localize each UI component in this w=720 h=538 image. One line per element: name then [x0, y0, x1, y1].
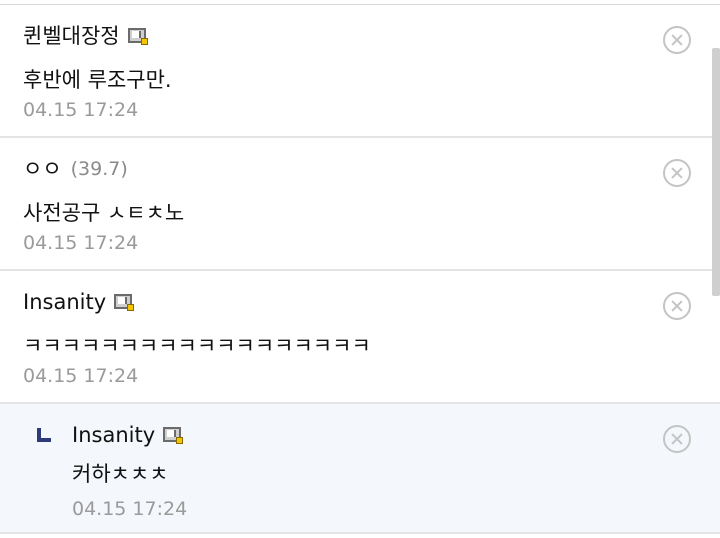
comment-item: 퀸벨대장정 후반에 루조구만. 04.15 17:24 — [0, 5, 720, 138]
reply-text: 커하ㅊㅊㅊ — [72, 462, 169, 486]
reply-item: Insanity 커하ㅊㅊㅊ 04.15 17:24 — [0, 404, 720, 534]
comment-item: ㅇㅇ (39.7) 사전공구 ㅅㅌㅊ노 04.15 17:24 — [0, 138, 720, 271]
comment-timestamp: 04.15 17:24 — [23, 99, 139, 121]
comment-author-row: Insanity — [23, 289, 135, 315]
delete-circle-x-icon[interactable] — [663, 425, 691, 453]
reply-timestamp: 04.15 17:24 — [72, 498, 188, 520]
scrollbar[interactable] — [712, 48, 720, 296]
delete-circle-x-icon[interactable] — [663, 292, 691, 320]
comment-timestamp: 04.15 17:24 — [23, 232, 139, 254]
comment-list: 퀸벨대장정 후반에 루조구만. 04.15 17:24 ㅇㅇ (39.7) 사전… — [0, 5, 720, 534]
delete-circle-x-icon[interactable] — [663, 159, 691, 187]
reply-arrow-icon — [37, 428, 51, 442]
comment-author-row: 퀸벨대장정 — [23, 23, 148, 49]
comment-timestamp: 04.15 17:24 — [23, 365, 139, 387]
comment-ip: (39.7) — [70, 158, 128, 180]
comment-text: 후반에 루조구만. — [23, 68, 172, 92]
comment-author[interactable]: 퀸벨대장정 — [23, 23, 120, 49]
reply-author[interactable]: Insanity — [72, 422, 155, 448]
comment-item: Insanity ㅋㅋㅋㅋㅋㅋㅋㅋㅋㅋㅋㅋㅋㅋㅋㅋㅋㅋ 04.15 17:24 — [0, 271, 720, 404]
gallery-member-badge-icon — [114, 293, 135, 311]
comment-text: ㅋㅋㅋㅋㅋㅋㅋㅋㅋㅋㅋㅋㅋㅋㅋㅋㅋㅋ — [23, 334, 371, 358]
delete-circle-x-icon[interactable] — [663, 26, 691, 54]
gallery-member-badge-icon — [127, 27, 148, 45]
comment-author[interactable]: ㅇㅇ — [23, 156, 62, 182]
reply-author-row: Insanity — [72, 422, 184, 448]
comment-author[interactable]: Insanity — [23, 289, 106, 315]
gallery-member-badge-icon — [163, 426, 184, 444]
comment-text: 사전공구 ㅅㅌㅊ노 — [23, 201, 185, 225]
comment-author-row: ㅇㅇ (39.7) — [23, 156, 128, 182]
